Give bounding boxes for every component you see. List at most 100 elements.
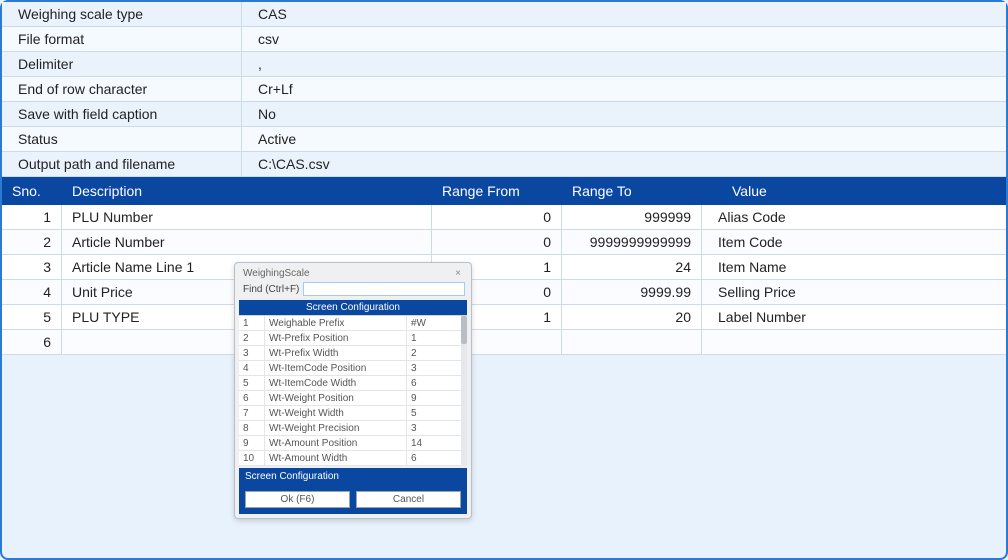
dialog-section-header: Screen Configuration bbox=[239, 300, 467, 315]
item-value: 6 bbox=[407, 451, 467, 465]
settings-label: Save with field caption bbox=[2, 102, 242, 126]
settings-value[interactable]: Cr+Lf bbox=[242, 77, 1006, 101]
table-row[interactable]: 5PLU TYPE120Label Number bbox=[2, 305, 1006, 330]
item-value: 9 bbox=[407, 391, 467, 405]
cell-value bbox=[702, 330, 1006, 354]
item-no: 2 bbox=[239, 331, 265, 345]
ok-button[interactable]: Ok (F6) bbox=[245, 491, 350, 508]
item-name: Wt-ItemCode Position bbox=[265, 361, 407, 375]
cell-rfrom: 0 bbox=[432, 205, 562, 229]
grid-header-value: Value bbox=[702, 177, 1006, 205]
list-item[interactable]: 5Wt-ItemCode Width6 bbox=[239, 376, 467, 391]
grid-header-desc: Description bbox=[62, 177, 432, 205]
cell-value: Alias Code bbox=[702, 205, 1006, 229]
table-row[interactable]: 1PLU Number0999999Alias Code bbox=[2, 205, 1006, 230]
settings-value[interactable]: , bbox=[242, 52, 1006, 76]
cell-rfrom: 0 bbox=[432, 230, 562, 254]
dialog-list[interactable]: 1Weighable Prefix#W2Wt-Prefix Position13… bbox=[239, 315, 467, 466]
cell-rto bbox=[562, 330, 702, 354]
item-value: 5 bbox=[407, 406, 467, 420]
list-item[interactable]: 1Weighable Prefix#W bbox=[239, 316, 467, 331]
list-item[interactable]: 7Wt-Weight Width5 bbox=[239, 406, 467, 421]
grid-header-row: Sno. Description Range From Range To Val… bbox=[2, 177, 1006, 205]
item-name: Wt-Prefix Position bbox=[265, 331, 407, 345]
screen-configuration-dialog: WeighingScale × Find (Ctrl+F) Screen Con… bbox=[234, 262, 472, 519]
main-grid: Sno. Description Range From Range To Val… bbox=[2, 177, 1006, 355]
settings-row: Output path and filenameC:\CAS.csv bbox=[2, 152, 1006, 177]
find-label: Find (Ctrl+F) bbox=[243, 284, 299, 295]
table-row[interactable]: 6 bbox=[2, 330, 1006, 355]
item-name: Wt-Amount Position bbox=[265, 436, 407, 450]
settings-label: Output path and filename bbox=[2, 152, 242, 176]
list-item[interactable]: 8Wt-Weight Precision3 bbox=[239, 421, 467, 436]
cell-rto: 20 bbox=[562, 305, 702, 329]
settings-label: File format bbox=[2, 27, 242, 51]
item-no: 6 bbox=[239, 391, 265, 405]
settings-row: Weighing scale typeCAS bbox=[2, 2, 1006, 27]
settings-row: File formatcsv bbox=[2, 27, 1006, 52]
item-no: 9 bbox=[239, 436, 265, 450]
settings-row: StatusActive bbox=[2, 127, 1006, 152]
find-input[interactable] bbox=[303, 282, 465, 296]
item-no: 7 bbox=[239, 406, 265, 420]
cell-value: Label Number bbox=[702, 305, 1006, 329]
settings-row: Save with field captionNo bbox=[2, 102, 1006, 127]
settings-value[interactable]: No bbox=[242, 102, 1006, 126]
settings-value[interactable]: Active bbox=[242, 127, 1006, 151]
cell-sno: 6 bbox=[2, 330, 62, 354]
item-name: Weighable Prefix bbox=[265, 316, 407, 330]
scrollbar[interactable] bbox=[461, 316, 467, 466]
item-name: Wt-Amount Width bbox=[265, 451, 407, 465]
item-name: Wt-Prefix Width bbox=[265, 346, 407, 360]
cell-sno: 4 bbox=[2, 280, 62, 304]
item-no: 3 bbox=[239, 346, 265, 360]
settings-label: Delimiter bbox=[2, 52, 242, 76]
dialog-button-bar: Ok (F6) Cancel bbox=[239, 485, 467, 514]
cell-rto: 9999.99 bbox=[562, 280, 702, 304]
cell-desc: Article Number bbox=[62, 230, 432, 254]
item-value: 3 bbox=[407, 421, 467, 435]
item-value: #W bbox=[407, 316, 467, 330]
settings-value[interactable]: C:\CAS.csv bbox=[242, 152, 1006, 176]
item-value: 1 bbox=[407, 331, 467, 345]
item-value: 2 bbox=[407, 346, 467, 360]
grid-header-rto: Range To bbox=[562, 177, 702, 205]
item-name: Wt-Weight Width bbox=[265, 406, 407, 420]
item-name: Wt-Weight Position bbox=[265, 391, 407, 405]
cell-rto: 999999 bbox=[562, 205, 702, 229]
cell-desc: PLU Number bbox=[62, 205, 432, 229]
list-item[interactable]: 10Wt-Amount Width6 bbox=[239, 451, 467, 466]
settings-table: Weighing scale typeCASFile formatcsvDeli… bbox=[2, 2, 1006, 177]
settings-row: Delimiter, bbox=[2, 52, 1006, 77]
item-name: Wt-ItemCode Width bbox=[265, 376, 407, 390]
table-row[interactable]: 3Article Name Line 1124Item Name bbox=[2, 255, 1006, 280]
list-item[interactable]: 4Wt-ItemCode Position3 bbox=[239, 361, 467, 376]
item-value: 14 bbox=[407, 436, 467, 450]
cell-value: Selling Price bbox=[702, 280, 1006, 304]
item-name: Wt-Weight Precision bbox=[265, 421, 407, 435]
settings-value[interactable]: CAS bbox=[242, 2, 1006, 26]
cell-rto: 24 bbox=[562, 255, 702, 279]
item-value: 3 bbox=[407, 361, 467, 375]
settings-row: End of row characterCr+Lf bbox=[2, 77, 1006, 102]
list-item[interactable]: 6Wt-Weight Position9 bbox=[239, 391, 467, 406]
cancel-button[interactable]: Cancel bbox=[356, 491, 461, 508]
grid-header-rfrom: Range From bbox=[432, 177, 562, 205]
item-no: 4 bbox=[239, 361, 265, 375]
close-icon[interactable]: × bbox=[451, 266, 465, 280]
list-item[interactable]: 2Wt-Prefix Position1 bbox=[239, 331, 467, 346]
item-no: 10 bbox=[239, 451, 265, 465]
settings-label: Weighing scale type bbox=[2, 2, 242, 26]
settings-value[interactable]: csv bbox=[242, 27, 1006, 51]
cell-sno: 5 bbox=[2, 305, 62, 329]
cell-sno: 2 bbox=[2, 230, 62, 254]
settings-label: End of row character bbox=[2, 77, 242, 101]
list-item[interactable]: 9Wt-Amount Position14 bbox=[239, 436, 467, 451]
item-no: 8 bbox=[239, 421, 265, 435]
settings-label: Status bbox=[2, 127, 242, 151]
cell-sno: 3 bbox=[2, 255, 62, 279]
item-value: 6 bbox=[407, 376, 467, 390]
list-item[interactable]: 3Wt-Prefix Width2 bbox=[239, 346, 467, 361]
table-row[interactable]: 2Article Number09999999999999Item Code bbox=[2, 230, 1006, 255]
table-row[interactable]: 4Unit Price09999.99Selling Price bbox=[2, 280, 1006, 305]
